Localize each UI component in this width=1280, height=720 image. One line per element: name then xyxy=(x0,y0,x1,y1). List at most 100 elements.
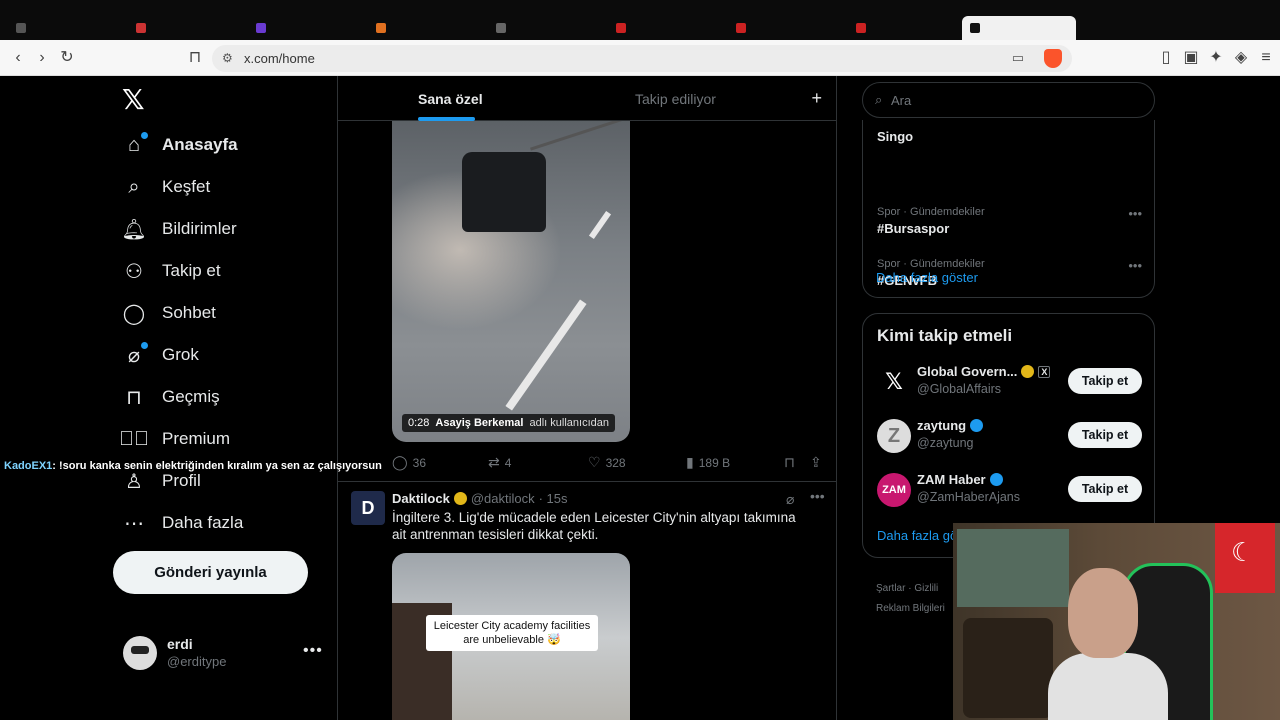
nav-item-bookmarks[interactable]: ⊓ Geçmiş xyxy=(122,382,220,412)
share-button[interactable]: ⇪ xyxy=(810,454,822,471)
video-frame-detail xyxy=(462,152,546,232)
nav-item-more[interactable]: ⋯ Daha fazla xyxy=(122,508,243,538)
site-info-icon[interactable]: ⚙ xyxy=(222,51,233,65)
follow-button[interactable]: Takip et xyxy=(1068,476,1142,502)
browser-tab[interactable] xyxy=(128,18,238,38)
avatar xyxy=(123,636,157,670)
suggestion-name: ZAM Haber xyxy=(917,472,1003,487)
tweet-video[interactable]: 0:28 Asayiş Berkemal adlı kullanıcıdan xyxy=(392,120,630,442)
avatar[interactable]: D xyxy=(351,491,385,525)
video-caption: Leicester City academy facilities are un… xyxy=(426,615,598,651)
browser-tab[interactable] xyxy=(728,18,838,38)
nav-item-grok[interactable]: ⌀ Grok xyxy=(122,340,199,370)
menu-icon[interactable]: ≡ xyxy=(1256,48,1276,68)
nav-item-home[interactable]: ⌂ Anasayfa xyxy=(122,130,238,160)
tab-following[interactable]: Takip ediliyor xyxy=(635,91,716,107)
nav-item-chat[interactable]: ◯ Sohbet xyxy=(122,298,216,328)
browser-tab[interactable] xyxy=(608,18,718,38)
browser-tab[interactable] xyxy=(8,18,118,38)
search-input[interactable]: ⌕ Ara xyxy=(862,82,1155,118)
bookmark-page-icon[interactable]: ⊓ xyxy=(185,48,205,68)
who-show-more-link[interactable]: Daha fazla gö xyxy=(877,528,957,543)
follow-suggestion[interactable]: Z zaytung @zaytung Takip et xyxy=(877,416,1142,456)
x-logo-icon[interactable]: 𝕏 xyxy=(122,86,150,114)
bell-icon: 🔔︎ xyxy=(121,218,147,241)
add-feed-icon[interactable]: + xyxy=(811,88,822,109)
more-dots-icon[interactable]: ••• xyxy=(303,642,323,660)
suggestion-name-text: Global Govern... xyxy=(917,364,1018,379)
nav-label: Takip et xyxy=(162,261,221,280)
post-button[interactable]: Gönderi yayınla xyxy=(113,551,308,594)
browser-tab[interactable] xyxy=(848,18,958,38)
follow-suggestion[interactable]: 𝕏 Global Govern... X @GlobalAffairs Takip… xyxy=(877,362,1142,402)
notification-dot xyxy=(141,132,148,139)
reply-button[interactable]: ◯ 36 xyxy=(392,454,426,471)
nav-item-premium[interactable]: ✓⃝ Premium xyxy=(119,424,230,454)
bookmark-icon: ⊓ xyxy=(126,386,142,409)
tweet[interactable]: D Daktilock @daktilock · 15s ⌀ ••• İngil… xyxy=(338,483,836,720)
tab-for-you[interactable]: Sana özel xyxy=(418,91,483,107)
verified-gold-icon xyxy=(453,492,467,505)
nav-label: Geçmiş xyxy=(162,387,220,406)
brave-shield-icon[interactable] xyxy=(1044,49,1062,68)
ai-sparkle-icon[interactable]: ✦ xyxy=(1206,48,1226,68)
profile-icon: ♙ xyxy=(125,470,143,493)
reload-icon[interactable]: ↻ xyxy=(57,48,77,68)
views-button[interactable]: ▮ 189 B xyxy=(686,454,730,471)
follow-button[interactable]: Takip et xyxy=(1068,368,1142,394)
footer-link-terms[interactable]: Şartlar xyxy=(876,583,905,594)
share-icon: ⇪ xyxy=(810,454,822,470)
browser-tab[interactable] xyxy=(368,18,478,38)
tweet-video[interactable]: Leicester City academy facilities are un… xyxy=(392,553,630,720)
chat-icon: ◯ xyxy=(122,302,146,325)
back-icon[interactable]: ‹ xyxy=(8,48,28,68)
forward-icon[interactable]: › xyxy=(32,48,52,68)
tweet-time[interactable]: · 15s xyxy=(539,491,568,506)
trend-item[interactable]: Spor · Gündemdekiler #Bursaspor ••• xyxy=(877,206,1142,236)
tweet-author-name[interactable]: Daktilock xyxy=(392,491,450,506)
browser-toolbar: ‹ › ↻ ⊓ ⚙ x.com/home ▭ ▯ ▣ ✦ ◈ ≡ xyxy=(0,40,1280,76)
premium-icon: ✓⃝ xyxy=(119,427,149,450)
bookmark-icon: ⊓ xyxy=(784,454,795,470)
url-text[interactable]: x.com/home xyxy=(244,51,315,66)
browser-tab[interactable] xyxy=(488,18,598,38)
sidebar-toggle-icon[interactable]: ▯ xyxy=(1156,48,1176,68)
suggestion-handle: @zaytung xyxy=(917,436,974,450)
browser-tab-active[interactable] xyxy=(962,16,1076,40)
video-source-user[interactable]: Asayiş Berkemal xyxy=(435,417,523,429)
wallet-icon[interactable]: ▣ xyxy=(1181,48,1201,68)
account-switcher[interactable]: erdi @erditype ••• xyxy=(123,634,323,674)
chat-username: KadoEX1 xyxy=(4,460,53,472)
who-to-follow-panel: Kimi takip etmeli 𝕏 Global Govern... X @G… xyxy=(862,313,1155,558)
more-dots-icon[interactable]: ••• xyxy=(1128,206,1142,221)
suggestion-name: zaytung xyxy=(917,418,984,433)
follow-button[interactable]: Takip et xyxy=(1068,422,1142,448)
footer-links: Şartlar · Gizlili Reklam Bilgileri xyxy=(876,579,945,619)
footer-link-ads[interactable]: Reklam Bilgileri xyxy=(876,603,945,614)
more-dots-icon[interactable]: ••• xyxy=(810,488,825,504)
grok-icon[interactable]: ⌀ xyxy=(786,491,794,508)
nav-item-notifications[interactable]: 🔔︎ Bildirimler xyxy=(121,214,236,244)
tweet-author-handle[interactable]: @daktilock xyxy=(471,491,535,506)
more-dots-icon[interactable]: ••• xyxy=(1128,258,1142,273)
footer-link-privacy[interactable]: Gizlili xyxy=(914,583,938,594)
verified-blue-icon xyxy=(989,473,1003,486)
search-icon: ⌕ xyxy=(875,92,883,107)
nav-item-follow[interactable]: ⚇ Takip et xyxy=(122,256,221,286)
address-bar[interactable]: ⚙ x.com/home ▭ xyxy=(212,45,1072,72)
retweet-button[interactable]: ⇄ 4 xyxy=(488,454,511,471)
trends-show-more-link[interactable]: Daha fazla göster xyxy=(876,270,978,285)
vpn-icon[interactable]: ◈ xyxy=(1231,48,1251,68)
webcam-detail xyxy=(1048,653,1168,720)
nav-item-explore[interactable]: ⌕ Keşfet xyxy=(122,172,210,202)
active-tab-indicator xyxy=(418,117,475,121)
retweet-icon: ⇄ xyxy=(488,454,500,470)
nav-label: Profil xyxy=(162,471,201,490)
follow-suggestion[interactable]: ZAM ZAM Haber @ZamHaberAjans Takip et xyxy=(877,470,1142,510)
browser-tab[interactable] xyxy=(248,18,358,38)
cast-icon[interactable]: ▭ xyxy=(1012,50,1024,66)
like-button[interactable]: ♡ 328 xyxy=(588,454,626,471)
webcam-detail xyxy=(957,529,1069,607)
bookmark-button[interactable]: ⊓ xyxy=(784,454,795,471)
trend-item[interactable]: Singo xyxy=(877,126,1142,144)
